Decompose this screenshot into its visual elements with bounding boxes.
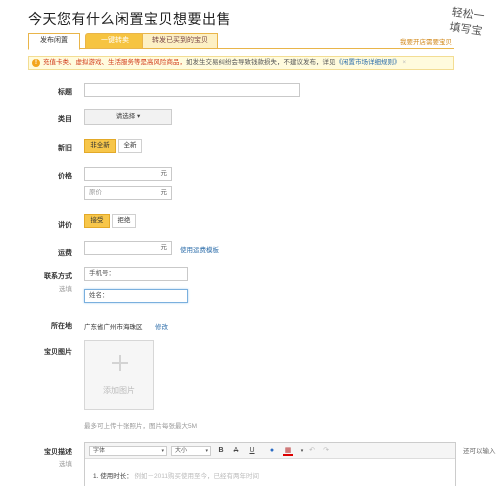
price-unit: 元 bbox=[160, 170, 168, 177]
plus-icon bbox=[112, 355, 128, 371]
bold-button[interactable]: B bbox=[216, 446, 226, 456]
upload-hint: 最多可上传十张照片，图片每张最大5M bbox=[84, 423, 198, 430]
description-label: 宝贝描述 bbox=[44, 449, 72, 456]
location-label: 所在地 bbox=[51, 323, 72, 330]
condition-label: 新旧 bbox=[58, 145, 72, 152]
condition-used-option[interactable]: 非全新 bbox=[84, 139, 116, 153]
shipping-unit: 元 bbox=[160, 244, 168, 251]
contact-optional-label: 选填 bbox=[59, 286, 72, 293]
negotiable-label: 讲价 bbox=[58, 222, 72, 229]
chevron-down-icon: ▾ bbox=[161, 448, 164, 454]
shipping-template-link[interactable]: 使用运费模板 bbox=[180, 244, 219, 254]
add-image-label: 添加图片 bbox=[103, 386, 135, 395]
contact-label: 联系方式 bbox=[44, 273, 72, 280]
chevron-down-icon: ▾ bbox=[137, 113, 141, 120]
description-editor[interactable]: 字体 ▾ 大小 ▾ B A U ● ▦ ▾ ↶ ↷ 1. 使用时长： 例如－20… bbox=[84, 442, 456, 486]
location-value: 广东省广州市海珠区 bbox=[84, 324, 143, 331]
size-select-value: 大小 bbox=[175, 448, 188, 454]
link-icon[interactable]: ● bbox=[267, 446, 277, 456]
undo-icon[interactable]: ↶ bbox=[307, 446, 317, 456]
warning-bar: ! 充值卡类、虚拟游戏、生活服务等是高风险商品，如发生交易纠纷会导致钱款损失，不… bbox=[28, 56, 454, 70]
handwritten-note: 轻松一 填写宝 bbox=[448, 5, 486, 38]
name-input[interactable]: 姓名： bbox=[84, 289, 188, 303]
table-icon[interactable]: ▦ bbox=[283, 446, 293, 456]
category-select-value: 请选择 bbox=[115, 113, 136, 120]
usage-duration-prefix: 1. 使用时长： bbox=[93, 473, 133, 480]
category-select[interactable]: 请选择 ▾ bbox=[84, 109, 172, 125]
font-size-select[interactable]: 大小 ▾ bbox=[171, 446, 211, 456]
usage-duration-placeholder: 例如－2011购买使用至今，已经有两年时间 bbox=[134, 473, 260, 480]
phone-placeholder: 手机号： bbox=[89, 270, 115, 277]
shipping-input[interactable]: 元 bbox=[84, 241, 172, 255]
original-price-unit: 元 bbox=[160, 189, 168, 196]
negotiable-accept-option[interactable]: 接受 bbox=[84, 214, 110, 228]
image-label: 宝贝图片 bbox=[44, 349, 72, 356]
title-input[interactable] bbox=[84, 83, 300, 97]
font-family-select[interactable]: 字体 ▾ bbox=[89, 446, 167, 456]
chevron-down-icon[interactable]: ▾ bbox=[297, 446, 307, 456]
warning-text: 如发生交易纠纷会导致钱款损失，不建议发布，详见 bbox=[186, 59, 336, 66]
shipping-label: 运费 bbox=[58, 250, 72, 257]
negotiable-reject-option[interactable]: 拒绝 bbox=[112, 214, 136, 228]
phone-input[interactable]: 手机号： bbox=[84, 267, 188, 281]
chevron-down-icon: ▾ bbox=[205, 448, 208, 454]
rules-link[interactable]: 《闲置市场详细规则》 bbox=[336, 59, 401, 66]
underline-button[interactable]: U bbox=[247, 446, 257, 456]
strikethrough-button[interactable]: A bbox=[231, 446, 241, 456]
category-label: 类目 bbox=[58, 116, 72, 123]
warning-red-text: 充值卡类、虚拟游戏、生活服务等是高风险商品， bbox=[43, 59, 186, 66]
editor-body[interactable]: 1. 使用时长： 例如－2011购买使用至今，已经有两年时间 bbox=[93, 470, 259, 480]
tab-bar: 发布闲置 一键转卖 转发已买到的宝贝 我要开店需要宝贝 bbox=[28, 31, 454, 50]
tab-one-click-resell[interactable]: 一键转卖 bbox=[85, 33, 145, 49]
font-select-value: 字体 bbox=[93, 448, 106, 454]
name-placeholder: 姓名： bbox=[89, 292, 109, 299]
close-icon[interactable]: × bbox=[402, 59, 406, 66]
warning-icon: ! bbox=[32, 59, 40, 67]
page-title: 今天您有什么闲置宝贝想要出售 bbox=[28, 11, 231, 27]
redo-icon[interactable]: ↷ bbox=[321, 446, 331, 456]
original-price-placeholder: 原价 bbox=[89, 189, 102, 196]
price-input[interactable]: 元 bbox=[84, 167, 172, 181]
open-shop-link[interactable]: 我要开店需要宝贝 bbox=[400, 36, 452, 46]
description-optional-label: 选填 bbox=[59, 461, 72, 468]
char-count-note: 还可以输入 bbox=[463, 448, 496, 455]
editor-toolbar: 字体 ▾ 大小 ▾ B A U ● ▦ ▾ ↶ ↷ bbox=[85, 443, 455, 459]
add-image-button[interactable]: 添加图片 bbox=[84, 340, 154, 410]
title-label: 标题 bbox=[58, 89, 72, 96]
tab-publish-idle[interactable]: 发布闲置 bbox=[28, 33, 80, 50]
original-price-input[interactable]: 原价 元 bbox=[84, 186, 172, 200]
price-label: 价格 bbox=[58, 173, 72, 180]
tab-forward-purchased[interactable]: 转发已买到的宝贝 bbox=[142, 33, 218, 49]
condition-new-option[interactable]: 全新 bbox=[118, 139, 142, 153]
location-edit-link[interactable]: 修改 bbox=[155, 321, 168, 331]
